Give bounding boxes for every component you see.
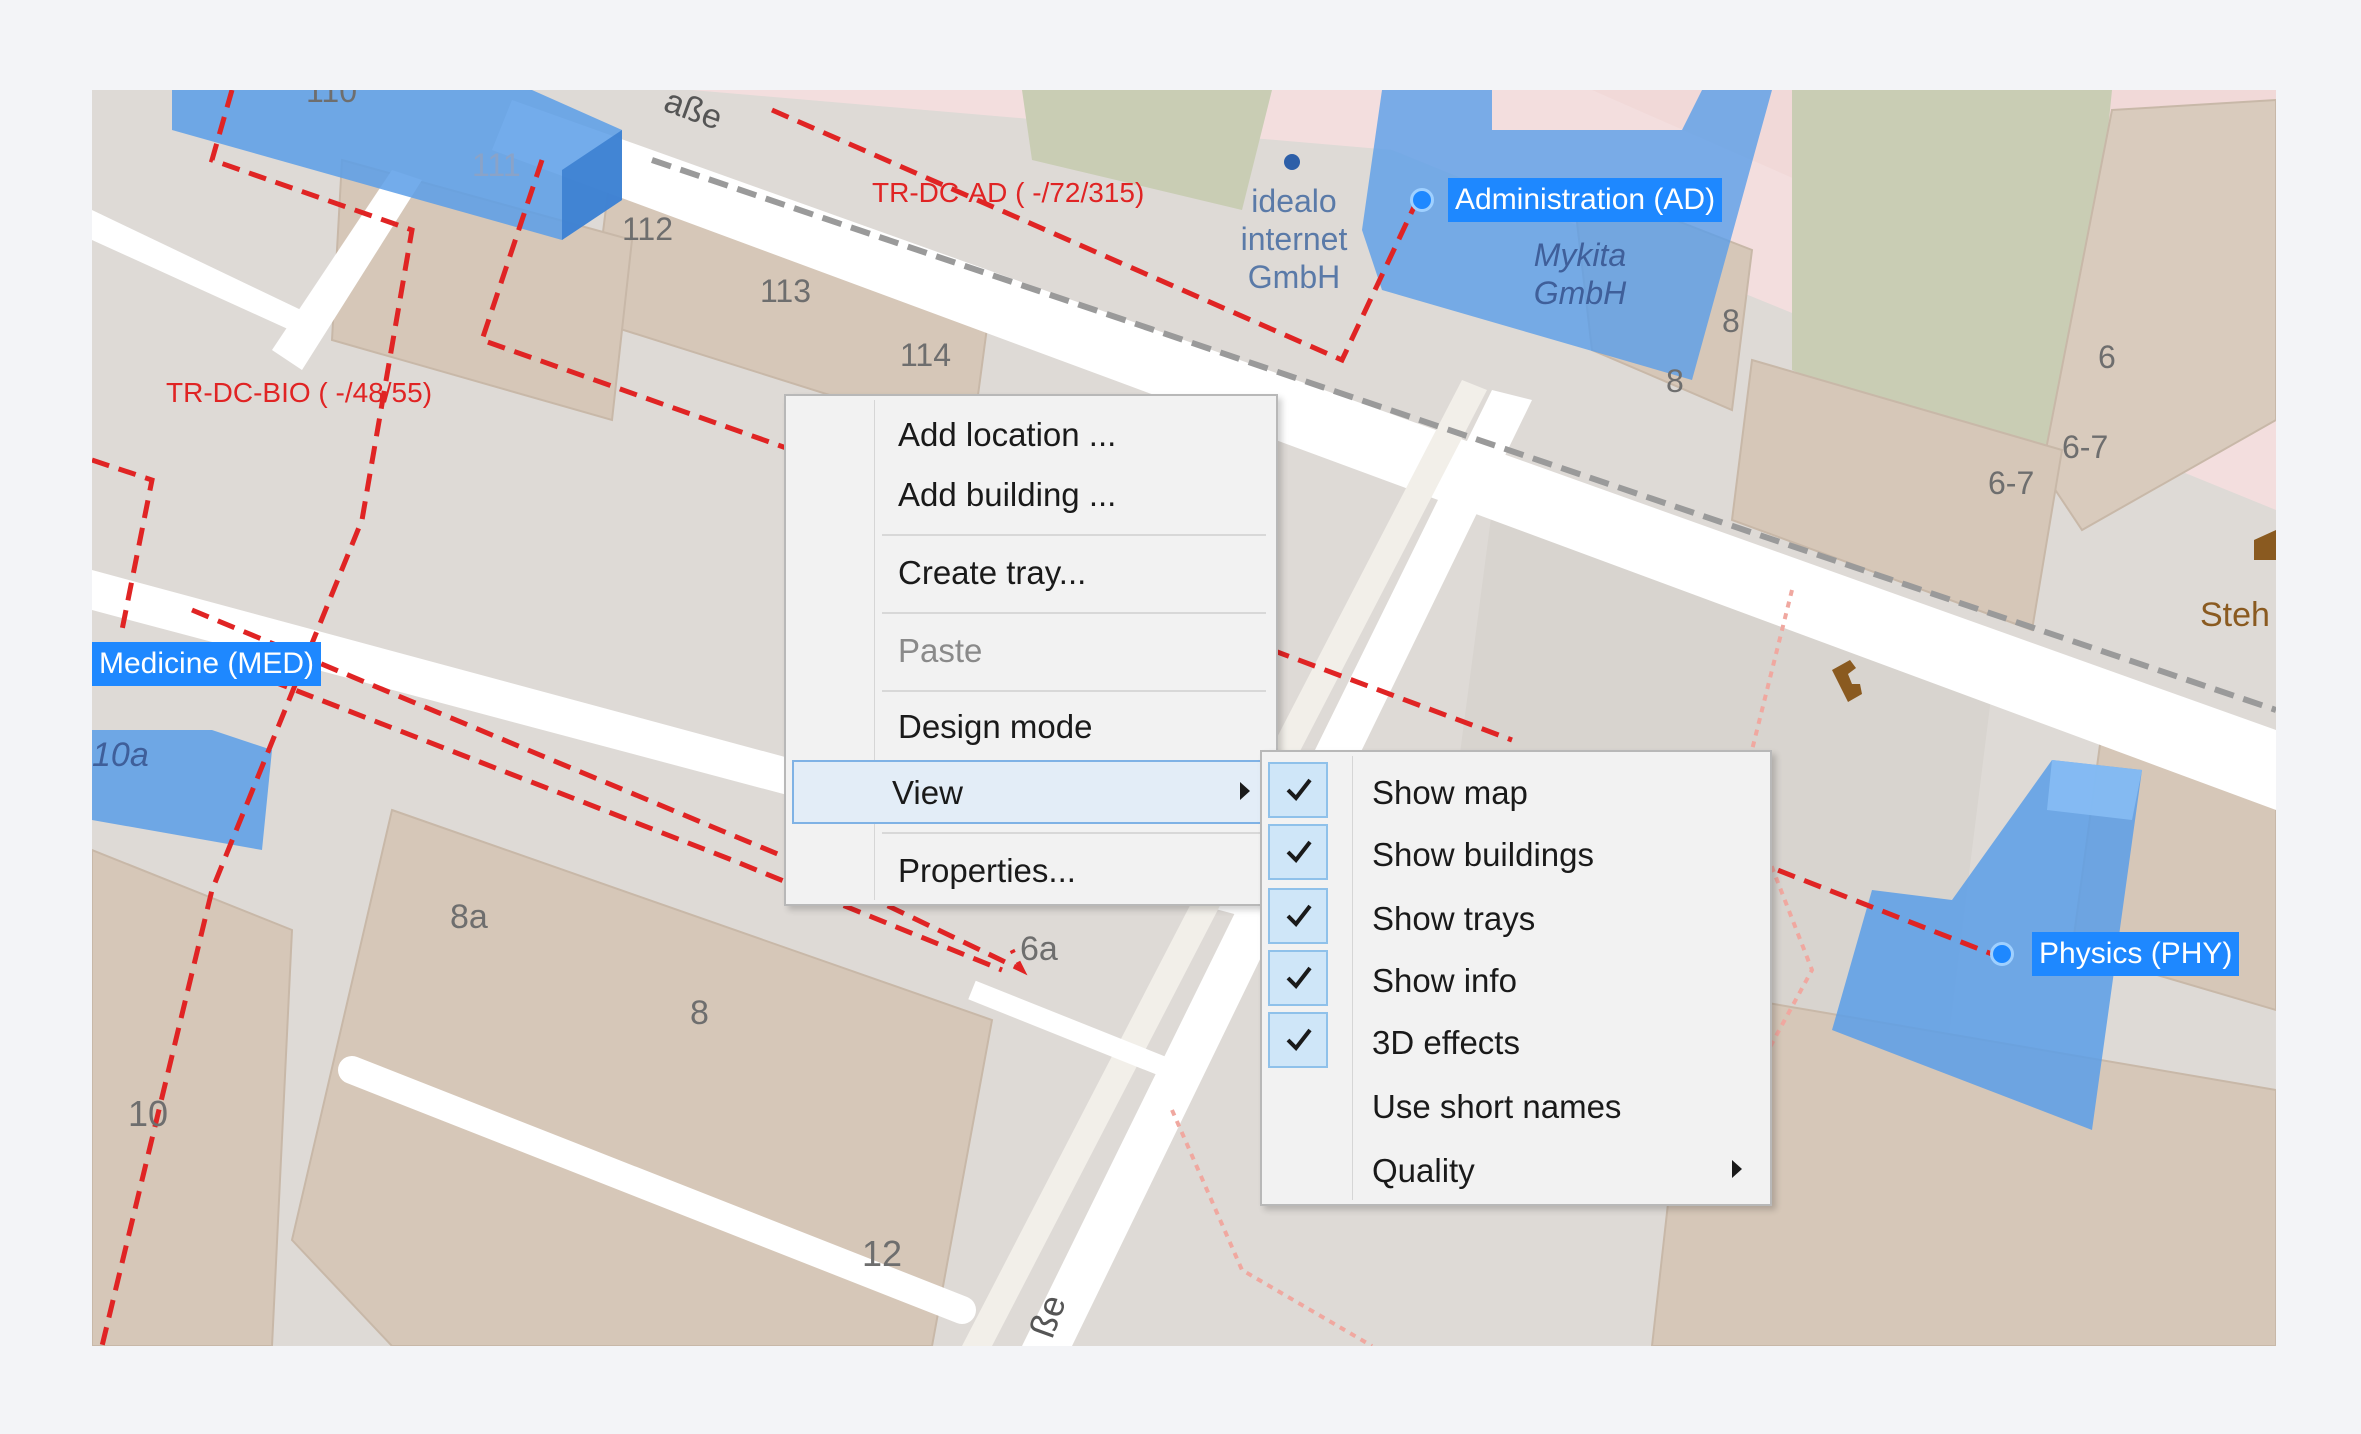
menu-item-label: Design mode [898,708,1093,745]
menu-item-3d-effects[interactable]: 3D effects [1268,1010,1764,1072]
house-number: 113 [760,273,811,309]
menu-item-label: Show map [1372,774,1528,811]
house-number: 6-7 [2062,429,2108,465]
menu-item-quality[interactable]: Quality [1268,1138,1764,1200]
house-number: 6 [2098,339,2116,375]
menu-item-label: Properties... [898,852,1076,889]
poi-label: idealo [1251,183,1336,219]
context-menu: Add location ... Add building ... Create… [784,394,1278,906]
menu-item-add-location[interactable]: Add location ... [792,406,1270,464]
menu-item-show-buildings[interactable]: Show buildings [1268,822,1764,884]
menu-item-use-short-names[interactable]: Use short names [1268,1074,1764,1136]
house-number: 6-7 [1988,465,2034,501]
menu-item-label: Show trays [1372,900,1536,937]
map-building [92,848,294,1346]
menu-item-label: Paste [898,632,983,669]
menu-item-label: Show buildings [1372,836,1594,873]
view-submenu: Show map Show buildings Show trays Show … [1260,750,1772,1206]
house-number: 114 [900,337,951,373]
tray-label-tr-dc-bio: TR-DC-BIO ( -/48/55) [166,377,432,408]
check-mark-icon [1268,950,1328,1006]
house-number: 10a [92,736,149,774]
house-number: 110 [306,90,357,109]
house-number: 10 [128,1093,168,1134]
location-label-medicine[interactable]: Medicine (MED) [92,642,322,686]
submenu-arrow-icon [1732,1160,1742,1178]
poi-marker-icon [1284,154,1300,170]
location-label-physics[interactable]: Physics (PHY) [2032,932,2240,976]
poi-label: internet [1241,221,1348,257]
poi-label: GmbH [1248,259,1340,295]
check-mark-icon [1268,888,1328,944]
location-label-administration[interactable]: Administration (AD) [1448,178,1723,222]
menu-item-show-trays[interactable]: Show trays [1268,886,1764,948]
house-number: 6a [1020,930,1058,968]
menu-item-create-tray[interactable]: Create tray... [792,544,1270,602]
menu-item-view[interactable]: View [792,760,1270,824]
menu-item-label: Quality [1372,1152,1475,1189]
menu-item-label: Create tray... [898,554,1087,591]
menu-item-label: Show info [1372,962,1517,999]
menu-item-design-mode[interactable]: Design mode [792,698,1270,756]
house-number: 8 [1666,363,1684,399]
house-number: 111 [472,147,521,183]
location-dot-physics[interactable] [1990,942,2014,966]
menu-item-label: Use short names [1372,1088,1622,1125]
menu-item-paste: Paste [792,622,1270,680]
house-number: 112 [622,211,673,247]
menu-separator [882,690,1266,692]
house-number: 8a [450,898,488,936]
tray-label-tr-dc-ad: TR-DC-AD ( -/72/315) [872,177,1144,208]
check-mark-icon [1268,824,1328,880]
menu-separator [882,612,1266,614]
check-mark-icon [1268,1012,1328,1068]
menu-item-show-map[interactable]: Show map [1268,760,1764,822]
check-mark-icon [1268,762,1328,818]
menu-separator [882,832,1266,834]
menu-item-label: Add location ... [898,416,1117,453]
menu-separator [882,534,1266,536]
poi-label: GmbH [1534,275,1627,311]
house-number: 8 [690,994,709,1032]
menu-item-label: Add building ... [898,476,1117,513]
location-dot-administration[interactable] [1410,188,1434,212]
menu-item-label: View [892,774,963,811]
menu-item-properties[interactable]: Properties... [792,842,1270,900]
house-number: 8 [1722,303,1740,339]
street-name: Steh [2200,596,2270,634]
building-physics-top [2047,760,2142,820]
menu-item-show-info[interactable]: Show info [1268,948,1764,1010]
house-number: 12 [862,1233,902,1274]
submenu-arrow-icon [1240,782,1250,800]
menu-item-label: 3D effects [1372,1024,1520,1061]
menu-item-add-building[interactable]: Add building ... [792,466,1270,524]
poi-label: Mykita [1534,237,1626,273]
